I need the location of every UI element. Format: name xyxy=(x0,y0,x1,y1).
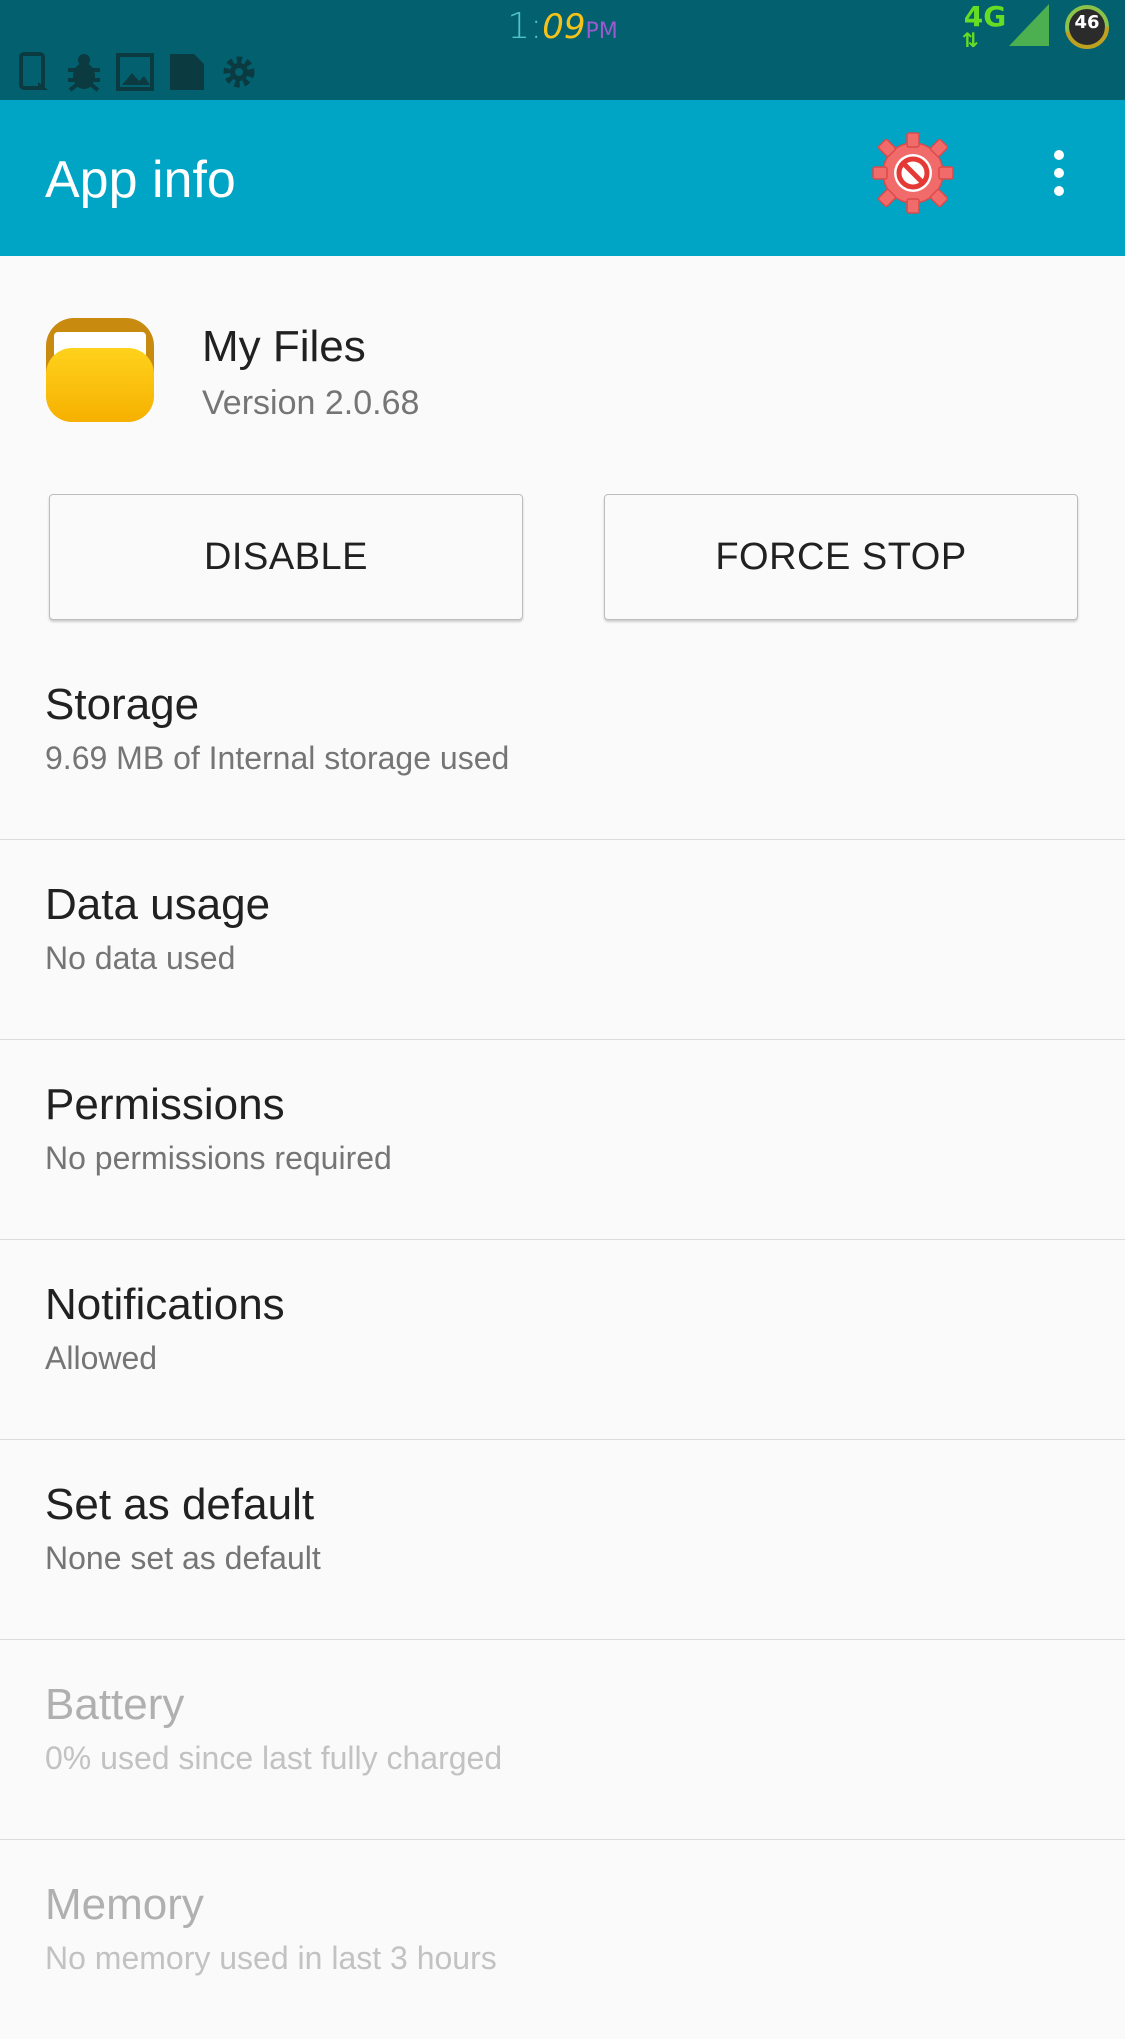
list-item-title: Memory xyxy=(45,1880,204,1929)
overflow-menu-button[interactable] xyxy=(1040,150,1078,210)
clock-minutes: 09 xyxy=(542,7,586,47)
list-item-title: Data usage xyxy=(45,880,271,929)
clock-hour: 1: xyxy=(507,6,543,47)
gear-icon xyxy=(223,56,255,88)
list-item-title: Storage xyxy=(45,680,200,729)
clock-ampm: PM xyxy=(585,19,618,44)
settings-blocked-icon[interactable] xyxy=(870,130,956,216)
list-item-subtitle: No permissions required xyxy=(45,1140,392,1176)
app-version: Version 2.0.68 xyxy=(202,384,420,422)
image-icon xyxy=(116,53,154,91)
more-vert-dot xyxy=(1054,186,1064,196)
more-vert-icon xyxy=(1054,150,1064,160)
list-item-subtitle: 9.69 MB of Internal storage used xyxy=(45,740,510,776)
force-stop-button[interactable]: FORCE STOP xyxy=(604,494,1078,620)
list-item-data-usage[interactable]: Data usage No data used xyxy=(0,840,1125,1040)
list-item-title: Permissions xyxy=(45,1080,285,1129)
battery-level: 46 xyxy=(1074,12,1100,33)
list-item-title: Battery xyxy=(45,1680,185,1729)
list-item-title: Notifications xyxy=(45,1280,285,1329)
list-item-subtitle: None set as default xyxy=(45,1540,321,1576)
list-item-battery: Battery 0% used since last fully charged xyxy=(0,1640,1125,1840)
file-icon xyxy=(170,54,204,90)
list-item-subtitle: No memory used in last 3 hours xyxy=(45,1940,497,1976)
list-item-set-as-default[interactable]: Set as default None set as default xyxy=(0,1440,1125,1640)
app-bar: App info xyxy=(0,100,1125,256)
app-name: My Files xyxy=(202,322,366,371)
folder-icon xyxy=(46,318,154,422)
more-vert-dot xyxy=(1054,168,1064,178)
status-bar: 1:09PM 4G ⇅ 46 xyxy=(0,0,1125,100)
list-item-subtitle: Allowed xyxy=(45,1340,158,1376)
list-item-subtitle: No data used xyxy=(45,940,236,976)
data-activity-icon: ⇅ xyxy=(962,30,979,52)
list-item-memory: Memory No memory used in last 3 hours xyxy=(0,1840,1125,2039)
list-item-notifications[interactable]: Notifications Allowed xyxy=(0,1240,1125,1440)
list-item-permissions[interactable]: Permissions No permissions required xyxy=(0,1040,1125,1240)
list-item-subtitle: 0% used since last fully charged xyxy=(45,1740,503,1776)
list-item-title: Set as default xyxy=(45,1480,315,1529)
list-item-storage[interactable]: Storage 9.69 MB of Internal storage used xyxy=(0,640,1125,840)
bug-icon xyxy=(68,54,100,92)
app-info-list: Storage 9.69 MB of Internal storage used… xyxy=(0,640,1125,2039)
notification-icons xyxy=(18,52,258,94)
signal-strength-icon xyxy=(1009,4,1049,46)
device-sync-icon xyxy=(19,52,48,90)
page-title: App info xyxy=(45,151,236,209)
disable-button[interactable]: DISABLE xyxy=(49,494,523,620)
